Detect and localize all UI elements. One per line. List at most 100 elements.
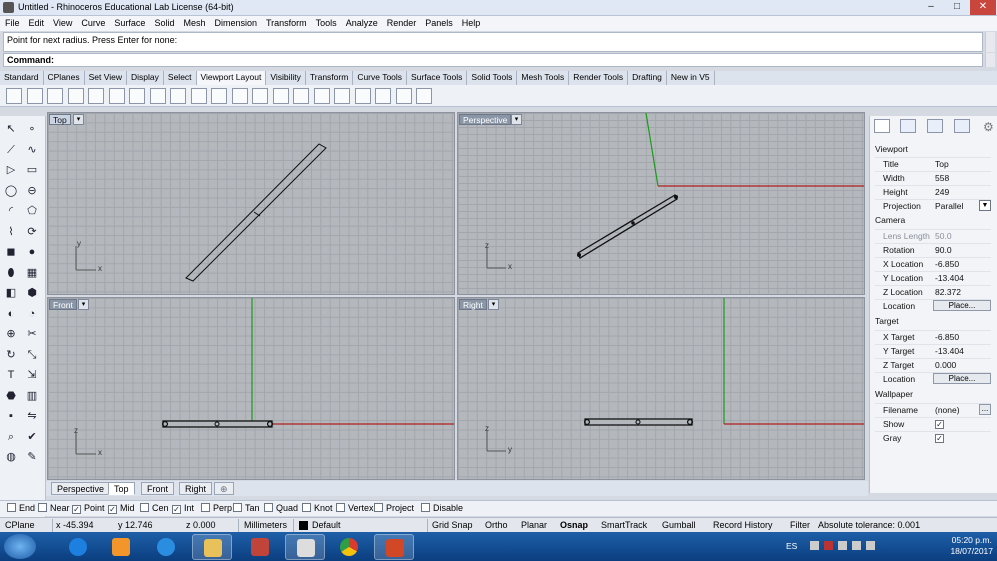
command-line-scrollbar[interactable] [985,53,995,67]
command-history-scrollbar[interactable] [985,32,995,52]
status-layer[interactable]: Default [312,519,341,532]
osnap-mid[interactable]: ✓ Mid [108,503,135,514]
zoom-icon[interactable] [190,88,207,104]
draw-icon[interactable]: ✎ [24,449,40,465]
select-arrow-icon[interactable]: ↖ [3,121,19,137]
prop-row-x-location[interactable]: X Location -6.850 [875,257,991,270]
add-viewport-tab-icon[interactable]: ⊕ [214,482,234,495]
show-checkbox[interactable]: ✓ [935,420,944,429]
taskbar-internet-explorer[interactable] [146,534,186,560]
command-line[interactable]: Command: [3,53,983,67]
two-viewports-icon[interactable] [67,88,84,104]
viewport-label-perspective[interactable]: Perspective [459,114,512,125]
menu-help[interactable]: Help [457,16,485,31]
viewport-label-front[interactable]: Front [49,299,77,310]
osnap-point[interactable]: ✓ Point [72,503,105,514]
toolbar-tab-mesh-tools[interactable]: Mesh Tools [517,71,570,85]
four-viewports-icon[interactable] [26,88,43,104]
gumball-toggle[interactable]: Gumball [662,519,696,532]
osnap-end-checkbox[interactable] [7,503,16,512]
taskbar-chrome[interactable] [329,534,369,560]
dimension-icon[interactable]: ⇲ [24,367,40,383]
viewport-front[interactable]: Front ▾ z x [47,297,455,480]
osnap-tan[interactable]: Tan [233,503,260,513]
freeform-icon[interactable]: ⌇ [3,224,19,240]
prop-row-y-target[interactable]: Y Target -13.404 [875,344,991,357]
check-icon[interactable]: ✔ [24,429,40,445]
viewport-menu-arrow[interactable]: ▾ [78,299,89,310]
menu-dimension[interactable]: Dimension [209,16,261,31]
curve-icon[interactable]: ∿ [24,142,40,158]
prop-row-z-location[interactable]: Z Location 82.372 [875,285,991,298]
boolean-icon[interactable]: ◐ [3,306,19,322]
taskbar-powerpoint[interactable] [374,534,414,560]
status-cplane[interactable]: CPlane [5,519,35,532]
array-icon[interactable]: ▪ [3,408,19,424]
toolbar-tab-surface-tools[interactable]: Surface Tools [407,71,468,85]
maximize-button[interactable]: □ [944,0,970,15]
target-place-button[interactable]: Place... [933,373,991,384]
osnap-vertex-checkbox[interactable] [336,503,345,512]
toolbar-tab-drafting[interactable]: Drafting [628,71,667,85]
toolbar-tab-curve-tools[interactable]: Curve Tools [353,71,408,85]
prop-row-z-target[interactable]: Z Target 0.000 [875,358,991,371]
mesh-icon[interactable]: ▦ [24,265,40,281]
filter-toggle[interactable]: Filter [790,519,810,532]
split-vertical-icon[interactable] [129,88,145,104]
osnap-tan-checkbox[interactable] [233,503,242,512]
toolbar-tab-cplanes[interactable]: CPlanes [44,71,85,85]
render-icon[interactable] [293,88,309,104]
minimize-button[interactable]: – [918,0,944,15]
menu-mesh[interactable]: Mesh [178,16,209,31]
start-button[interactable] [4,534,36,559]
text-icon[interactable]: T [3,367,19,383]
fillet-icon[interactable]: ◔ [24,306,40,322]
osnap-cen[interactable]: Cen [140,503,169,513]
rectangle-icon[interactable]: ▭ [24,162,40,178]
hatch-icon[interactable]: ▥ [24,388,40,404]
osnap-int-checkbox[interactable]: ✓ [172,505,181,514]
prop-row-y-location[interactable]: Y Location -13.404 [875,271,991,284]
toolbar-tab-solid-tools[interactable]: Solid Tools [467,71,518,85]
detail-icon[interactable] [334,88,350,104]
osnap-near[interactable]: Near [38,503,70,513]
planar-toggle[interactable]: Planar [521,519,547,532]
offset-icon[interactable]: ⟳ [24,224,40,240]
menu-file[interactable]: File [0,16,24,31]
osnap-disable-checkbox[interactable] [421,503,430,512]
osnap-knot[interactable]: Knot [302,503,333,513]
new-viewport-icon[interactable] [88,88,104,104]
viewport-menu-arrow[interactable]: ▾ [73,114,84,125]
viewport-right[interactable]: Right ▾ z y [457,297,865,480]
taskbar-3d-app[interactable] [240,534,280,560]
materials-tab-icon[interactable] [900,119,916,133]
viewport-tab-top[interactable]: Top [108,482,135,495]
viewport-label-right[interactable]: Right [459,299,487,310]
ellipse-icon[interactable]: ⊖ [24,183,40,199]
smarttrack-toggle[interactable]: SmartTrack [601,519,647,532]
system-tray-icons[interactable] [810,541,920,552]
copy-viewport-icon[interactable] [252,88,268,104]
grid-snap-toggle[interactable]: Grid Snap [432,519,473,532]
sphere-icon[interactable]: ● [24,244,40,260]
camera-icon[interactable] [272,88,289,104]
trim-icon[interactable]: ✂ [24,326,40,342]
osnap-near-checkbox[interactable] [38,503,47,512]
point-icon[interactable]: ∘ [24,121,40,137]
viewport-tab-front[interactable]: Front [141,482,175,495]
toolbar-tab-select[interactable]: Select [164,71,197,85]
viewport-menu-arrow[interactable]: ▾ [511,114,522,125]
surface-icon[interactable]: ◧ [3,285,19,301]
prop-row-rotation[interactable]: Rotation 90.0 [875,243,991,256]
page-setup-icon[interactable] [375,88,391,104]
osnap-perp[interactable]: Perp [201,503,232,513]
toolbar-tab-standard[interactable]: Standard [0,71,44,85]
viewport-menu-arrow[interactable]: ▾ [488,299,499,310]
analyze-icon[interactable]: ⌕ [3,429,19,445]
maximize-viewport-icon[interactable] [149,88,166,104]
prop-row-projection[interactable]: Projection Parallel ▼ [875,199,991,212]
osnap-mid-checkbox[interactable]: ✓ [108,505,117,514]
print-preview-icon[interactable] [395,88,412,104]
toolbar-tab-transform[interactable]: Transform [306,71,354,85]
display-tab-icon[interactable] [927,119,943,133]
